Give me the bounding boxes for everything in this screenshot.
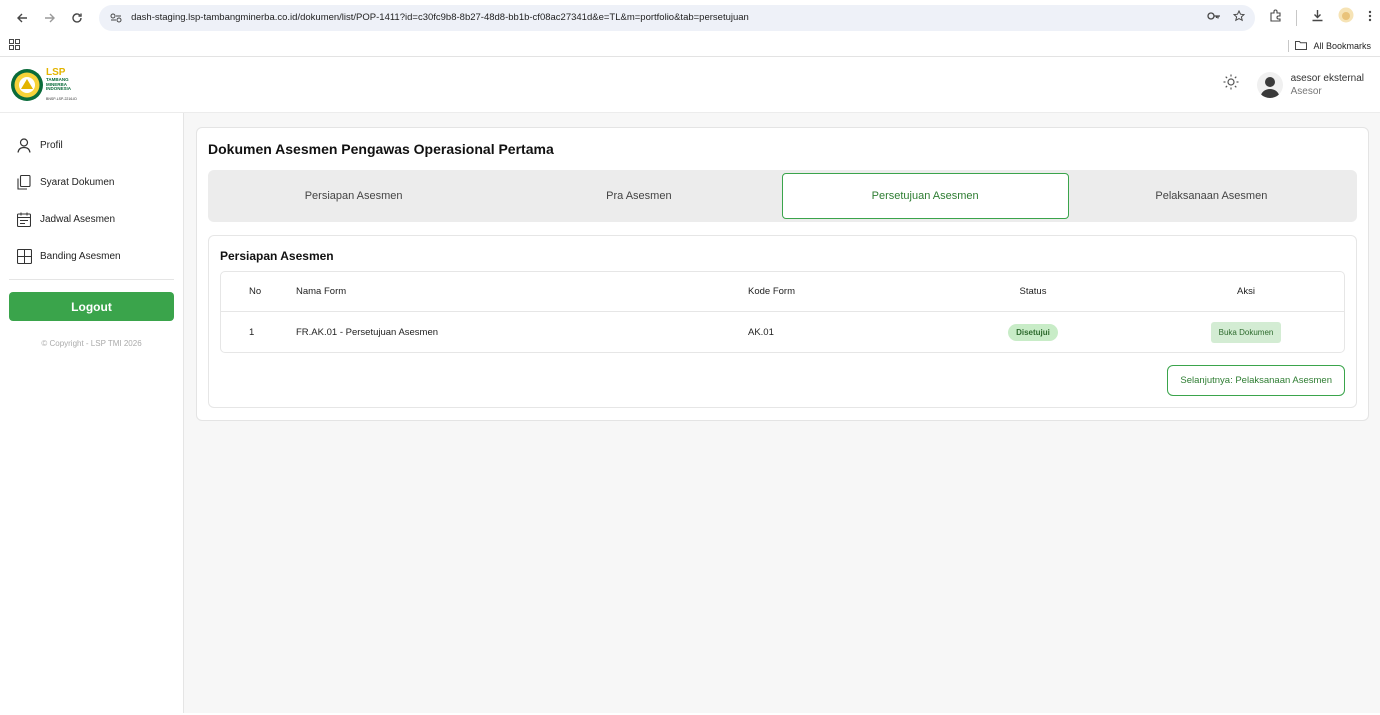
back-icon[interactable] [8,4,36,32]
header-status: Status [1019,286,1047,297]
section-title: Persiapan Asesmen [220,249,334,263]
table-header-row: No Nama Form Kode Form Status Aksi [221,272,1344,312]
sidebar-item-jadwal-asesmen[interactable]: Jadwal Asesmen [0,201,183,238]
reload-icon[interactable] [63,4,91,32]
sidebar: Profil Syarat Dokumen Jadwal Asesmen Ban… [0,113,184,713]
tab-pra-asesmen[interactable]: Pra Asesmen [496,173,781,219]
site-settings-icon[interactable] [109,11,123,25]
header-aksi: Aksi [1237,286,1255,297]
documents-icon [16,175,32,191]
menu-kebab-icon[interactable] [1368,9,1372,27]
table-row: 1 FR.AK.01 - Persetujuan Asesmen AK.01 D… [221,312,1344,352]
copyright-text: © Copyright - LSP TMI 2026 [41,339,142,348]
sidebar-item-banding-asesmen[interactable]: Banding Asesmen [0,238,183,275]
form-section: Persiapan Asesmen No Nama Form Kode Form… [208,235,1357,408]
all-bookmarks-button[interactable]: All Bookmarks [1288,39,1371,52]
cell-no: 1 [249,326,255,338]
download-icon[interactable] [1311,9,1324,27]
sidebar-item-label: Syarat Dokumen [40,177,115,188]
folder-icon [1295,40,1308,52]
tab-pelaksanaan-asesmen[interactable]: Pelaksanaan Asesmen [1069,173,1354,219]
profile-avatar-icon[interactable] [1338,7,1354,28]
apps-grid-icon[interactable] [9,39,20,52]
logo-line-3: INDONESIA [46,86,72,91]
app-header: LSP TAMBANG MINERBA INDONESIA BNSP-LSP-2… [0,57,1380,113]
cell-kode-form: AK.01 [748,326,774,338]
status-badge: Disetujui [1008,323,1058,341]
all-bookmarks-label: All Bookmarks [1313,40,1371,51]
bookmarks-divider [1288,39,1290,52]
sidebar-divider [9,279,174,280]
sidebar-item-label: Jadwal Asesmen [40,214,116,225]
sidebar-item-syarat-dokumen[interactable]: Syarat Dokumen [0,164,183,201]
header-nama-form: Nama Form [296,286,347,297]
user-role: Asesor [1290,85,1322,97]
tab-persetujuan-asesmen[interactable]: Persetujuan Asesmen [781,173,1069,219]
sidebar-item-label: Banding Asesmen [40,251,121,262]
lsp-logo[interactable]: LSP TAMBANG MINERBA INDONESIA BNSP-LSP-2… [10,68,77,102]
avatar [1256,71,1283,98]
layout-icon [16,249,32,265]
browser-toolbar: dash-staging.lsp-tambangminerba.co.id/do… [0,0,1380,35]
header-kode-form: Kode Form [748,286,795,297]
sidebar-item-label: Profil [40,140,63,151]
address-bar[interactable]: dash-staging.lsp-tambangminerba.co.id/do… [99,4,1255,31]
forms-table: No Nama Form Kode Form Status Aksi 1 FR.… [220,271,1345,353]
cell-aksi: Buka Dokumen [1148,321,1344,343]
logout-button[interactable]: Logout [9,292,174,321]
forward-icon[interactable] [36,4,64,32]
logo-registration: BNSP-LSP-2216-ID [46,96,77,101]
theme-toggle-sun-icon[interactable] [1223,74,1239,95]
page-title: Dokumen Asesmen Pengawas Operasional Per… [208,141,554,157]
header-no: No [249,286,262,297]
sidebar-item-profil[interactable]: Profil [0,127,183,164]
document-card: Dokumen Asesmen Pengawas Operasional Per… [196,127,1369,421]
extensions-icon[interactable] [1269,9,1282,27]
assessment-tabs: Persiapan Asesmen Pra Asesmen Persetujua… [208,170,1357,222]
star-bookmark-icon[interactable] [1232,9,1246,25]
open-document-button[interactable]: Buka Dokumen [1210,321,1282,343]
toolbar-divider [1296,9,1297,26]
next-step-button[interactable]: Selanjutnya: Pelaksanaan Asesmen [1167,365,1345,396]
cell-status: Disetujui [918,323,1148,341]
password-key-icon[interactable] [1207,11,1221,24]
cell-nama-form: FR.AK.01 - Persetujuan Asesmen [296,326,439,338]
url-text: dash-staging.lsp-tambangminerba.co.id/do… [131,12,749,23]
main-content: Dokumen Asesmen Pengawas Operasional Per… [184,113,1380,713]
logo-emblem-icon [11,68,43,101]
user-menu[interactable]: asesor eksternal Asesor [1256,71,1364,98]
bookmarks-bar: All Bookmarks [0,35,1380,57]
user-icon [16,138,32,154]
tab-persiapan-asesmen[interactable]: Persiapan Asesmen [211,173,496,219]
calendar-icon [16,212,32,228]
user-name: asesor eksternal [1290,73,1364,85]
